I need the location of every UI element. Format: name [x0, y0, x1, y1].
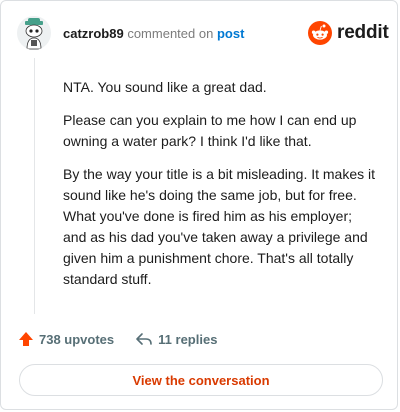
upvote-arrow-icon: [19, 332, 33, 346]
view-conversation-button[interactable]: View the conversation: [19, 364, 383, 396]
username[interactable]: catzrob89: [63, 26, 124, 41]
comment-body: NTA. You sound like a great dad. Please …: [63, 77, 375, 302]
upvote-button[interactable]: 738 upvotes: [18, 331, 114, 347]
reply-count: 11 replies: [158, 331, 218, 347]
upvote-count: 738 upvotes: [39, 331, 115, 347]
comment-actions: 738 upvotes 11 replies: [18, 331, 217, 347]
comment-paragraph: By the way your title is a bit misleadin…: [63, 166, 376, 287]
post-link[interactable]: post: [217, 26, 244, 41]
comment-header: catzrob89 commented on post: [63, 26, 244, 42]
thread-line: [34, 58, 35, 314]
comment-card: catzrob89 commented on post reddit NTA. …: [0, 0, 398, 410]
reddit-alien-icon: [308, 21, 332, 45]
reddit-wordmark: reddit: [337, 22, 389, 43]
comment-paragraph: NTA. You sound like a great dad.: [63, 79, 267, 95]
reddit-logo[interactable]: reddit: [308, 21, 389, 45]
replies-button[interactable]: 11 replies: [135, 331, 217, 347]
avatar[interactable]: [17, 16, 51, 50]
reply-arrow-icon: [136, 333, 152, 345]
snoo-avatar-icon: [17, 16, 51, 50]
commented-label: commented on: [127, 26, 214, 41]
comment-paragraph: Please can you explain to me how I can e…: [63, 112, 357, 149]
